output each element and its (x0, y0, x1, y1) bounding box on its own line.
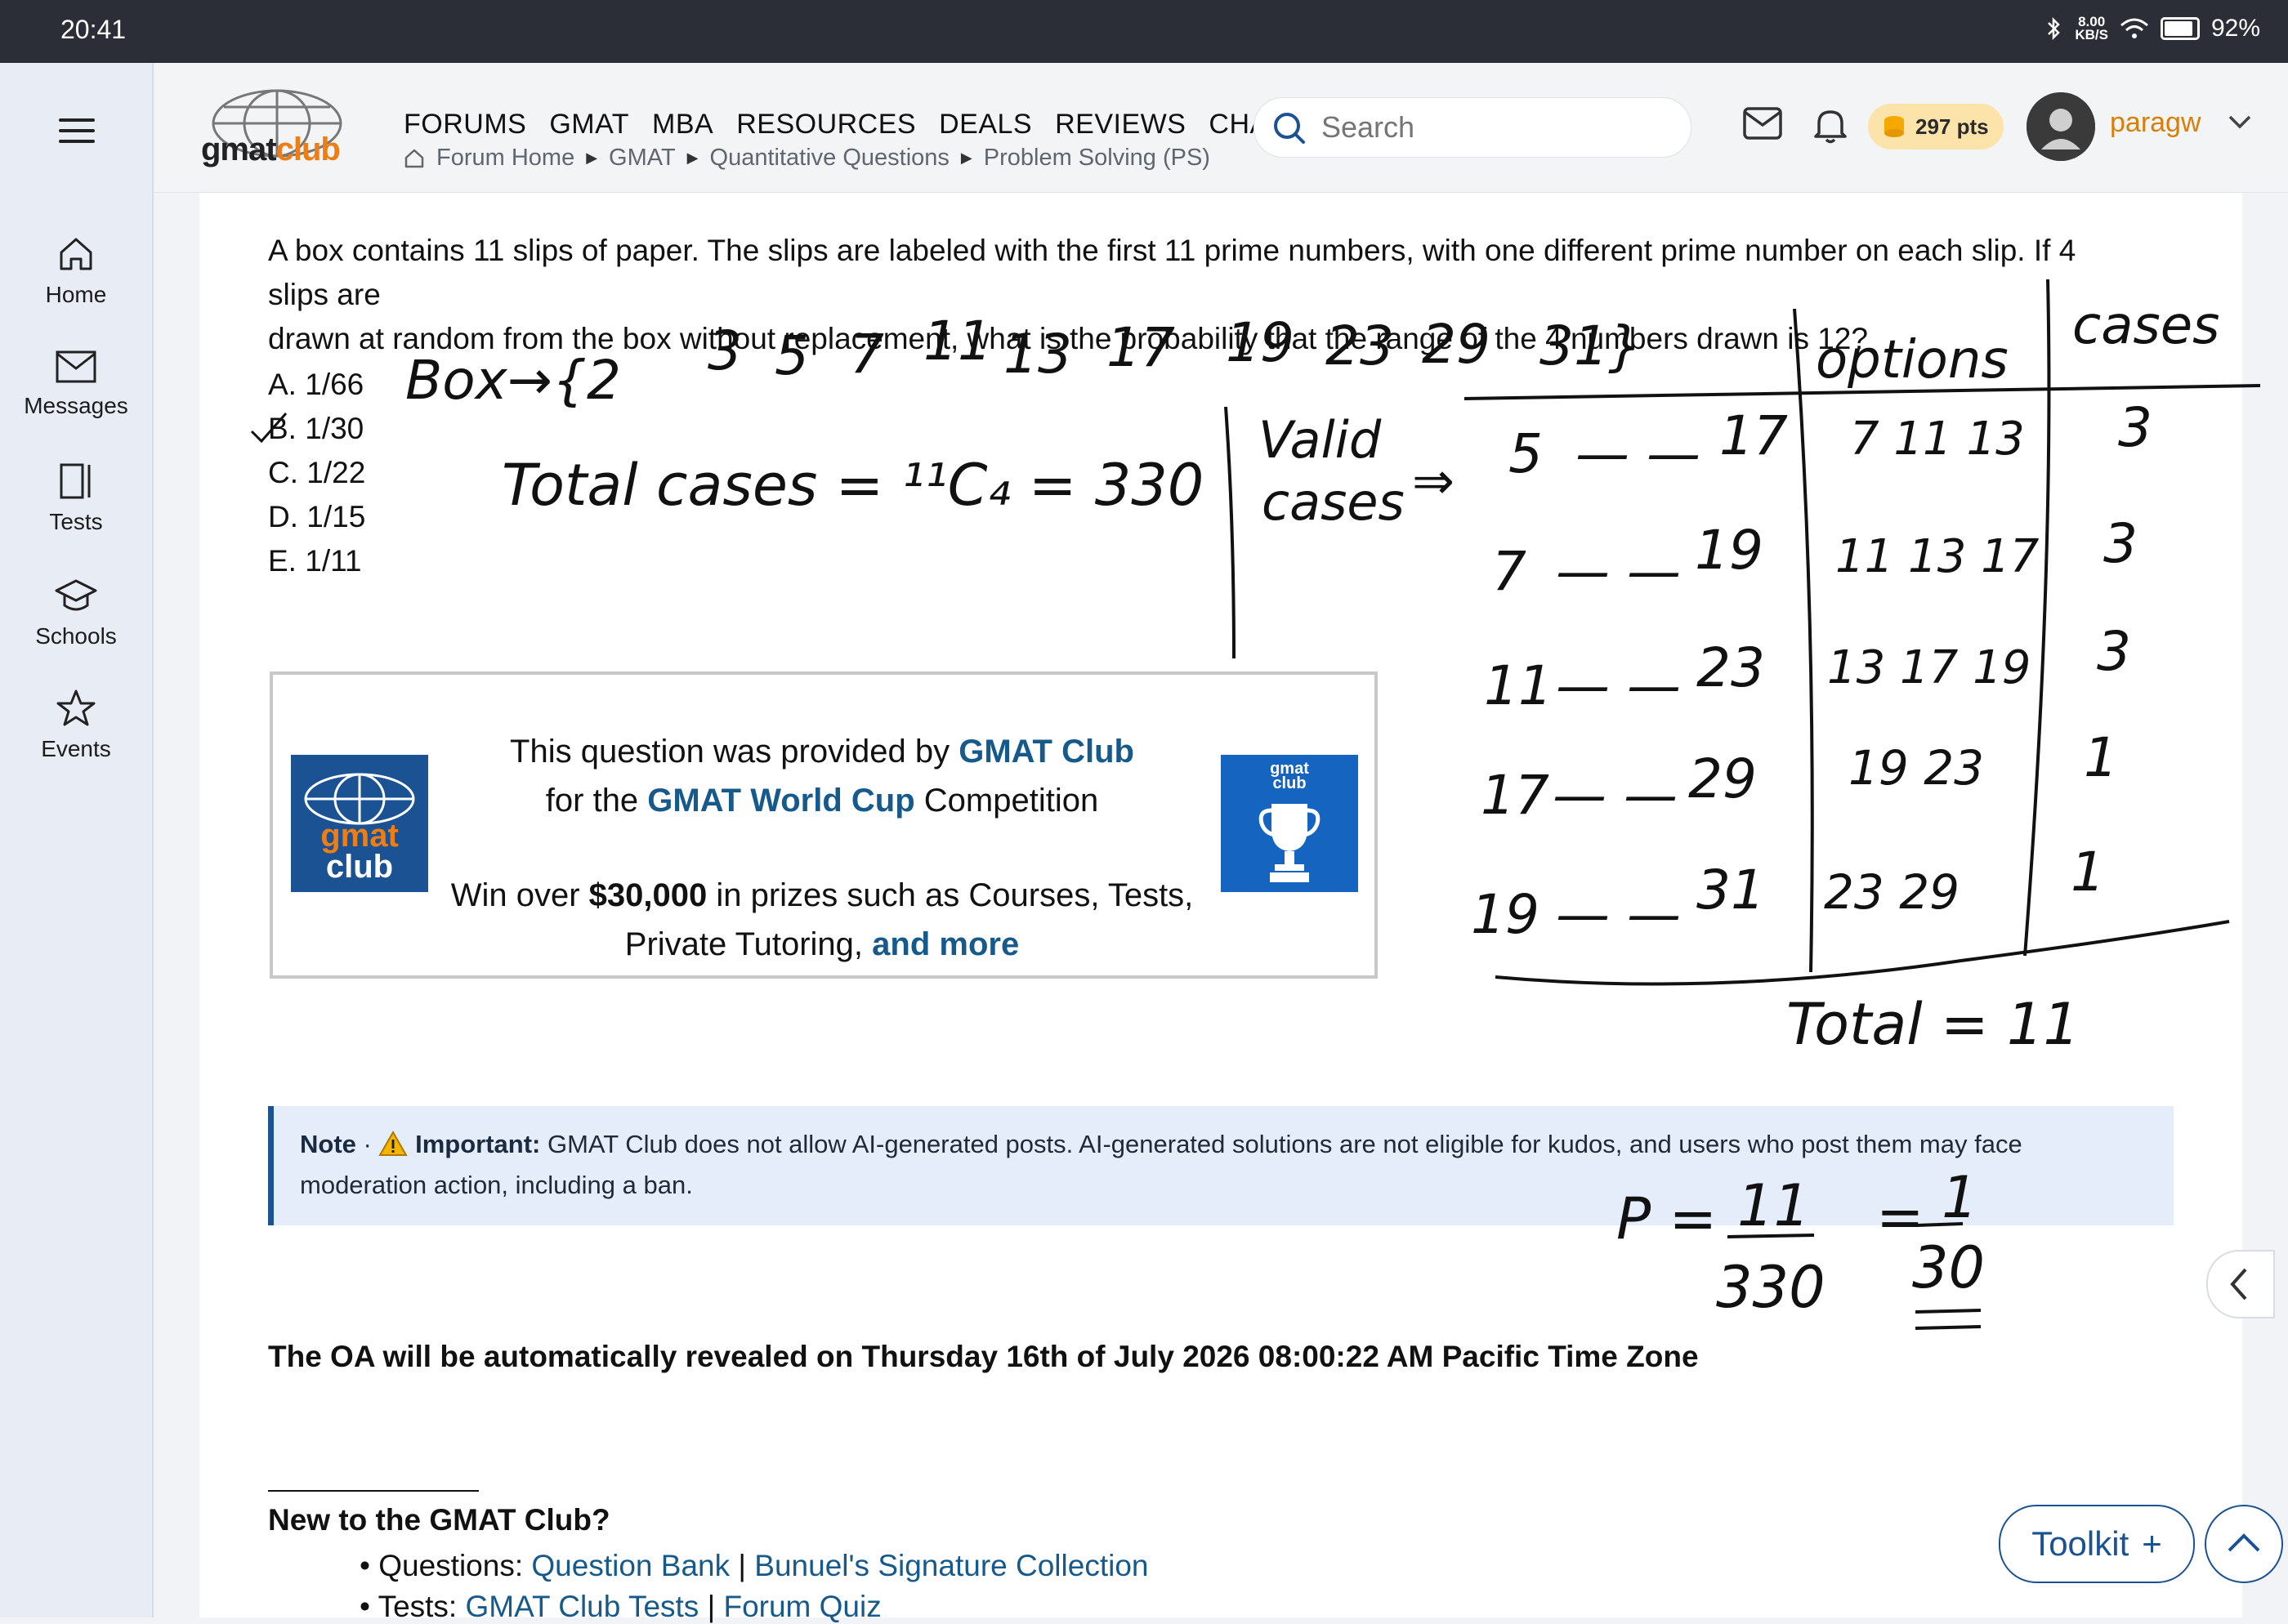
search-box[interactable] (1253, 97, 1691, 158)
mail-icon (56, 350, 96, 383)
oa-reveal-notice: The OA will be automatically revealed on… (268, 1340, 1699, 1373)
menu-reviews[interactable]: REVIEWS (1055, 109, 1186, 141)
post-content: A box contains 11 slips of paper. The sl… (199, 193, 2242, 1623)
sidebar-item-home[interactable]: Home (0, 234, 152, 308)
points-value: 297 pts (1915, 114, 1989, 139)
chevron-left-icon (2230, 1268, 2247, 1301)
promo-link-world-cup[interactable]: GMAT World Cup (647, 783, 914, 819)
warning-icon (378, 1130, 409, 1156)
coin-icon (1884, 116, 1904, 137)
breadcrumb-gmat[interactable]: GMAT (609, 145, 676, 172)
sidebar-item-messages[interactable]: Messages (0, 349, 152, 419)
sidebar-label-messages: Messages (24, 393, 128, 418)
battery-icon (2160, 17, 2200, 40)
gmatclub-logo-left: gmat club (291, 755, 428, 892)
inbox-icon[interactable] (1742, 105, 1783, 141)
menu-gmat[interactable]: GMAT (549, 109, 629, 141)
gmatclub-logo[interactable]: gmatclub (199, 89, 355, 167)
home-outline-icon (404, 149, 424, 167)
menu-resources[interactable]: RESOURCES (736, 109, 916, 141)
logo-text-gmat: gmat (201, 132, 277, 167)
star-icon (56, 689, 96, 726)
option-b: B. 1/30 (268, 412, 364, 445)
battery-level: 92% (2210, 15, 2260, 42)
menu-deals[interactable]: DEALS (939, 109, 1032, 141)
sidebar-label-events: Events (41, 736, 111, 761)
tests-icon (60, 463, 91, 499)
sidebar-item-tests[interactable]: Tests (0, 462, 152, 535)
promo-text: This question was provided by GMAT Club … (450, 734, 1194, 962)
breadcrumb-ps[interactable]: Problem Solving (PS) (984, 145, 1210, 172)
plus-icon: + (2142, 1524, 2162, 1563)
menu-mba[interactable]: MBA (652, 109, 713, 141)
notification-bell-icon[interactable] (1812, 105, 1848, 145)
ai-policy-note: Note · Important: GMAT Club does not all… (268, 1106, 2174, 1225)
trophy-logo: gmat club (1221, 755, 1358, 892)
new-to-heading: New to the GMAT Club? (268, 1503, 610, 1537)
link-forum-quiz[interactable]: Forum Quiz (723, 1590, 881, 1623)
sidebar-item-schools[interactable]: Schools (0, 576, 152, 649)
status-time: 20:41 (60, 15, 127, 44)
scroll-to-top-button[interactable] (2205, 1505, 2283, 1583)
link-question-bank[interactable]: Question Bank (531, 1549, 730, 1582)
network-speed: 8.00 KB/S (2075, 14, 2108, 42)
option-c: C. 1/22 (268, 456, 366, 489)
question-text: A box contains 11 slips of paper. The sl… (268, 234, 2076, 355)
promo-logo-gmat: gmat (320, 818, 399, 854)
status-icons: 8.00 KB/S 92% (2045, 15, 2260, 42)
search-icon (1274, 113, 1305, 144)
logo-text-club: club (275, 132, 341, 167)
top-navigation: gmatclub FORUMS GMAT MBA RESOURCES DEALS… (154, 63, 2288, 193)
bluetooth-icon (2048, 16, 2061, 41)
sidebar-label-home: Home (45, 282, 107, 307)
menu-forums[interactable]: FORUMS (404, 109, 526, 141)
promo-logo-club: club (325, 849, 394, 885)
tests-links: • Tests: GMAT Club Tests | Forum Quiz (360, 1590, 882, 1623)
points-badge[interactable]: 297 pts (1868, 104, 2004, 149)
sidebar-label-tests: Tests (49, 509, 103, 534)
graduation-cap-icon (55, 579, 97, 611)
breadcrumb-forum-home[interactable]: Forum Home (436, 145, 574, 172)
breadcrumb-arrow-icon: ▶ (960, 149, 972, 166)
toolkit-label: Toolkit (2031, 1524, 2129, 1563)
wifi-icon (2120, 18, 2148, 38)
option-a: A. 1/66 (268, 368, 364, 401)
breadcrumb-arrow-icon: ▶ (586, 149, 598, 166)
toolkit-button[interactable]: Toolkit + (1999, 1505, 2195, 1583)
left-sidebar: Home Messages Tests Schools Events (0, 63, 154, 1617)
system-status-bar: 20:41 8.00 KB/S 92% (0, 0, 2288, 63)
link-gmat-club-tests[interactable]: GMAT Club Tests (465, 1590, 699, 1623)
option-d: D. 1/15 (268, 500, 366, 533)
chevron-down-icon[interactable] (2228, 114, 2252, 130)
breadcrumb: Forum Home ▶ GMAT ▶ Quantitative Questio… (404, 145, 1210, 172)
sidebar-item-events[interactable]: Events (0, 689, 152, 762)
chevron-up-icon (2228, 1533, 2260, 1552)
search-input[interactable] (1320, 106, 1666, 149)
sidebar-label-schools: Schools (35, 623, 117, 649)
hamburger-menu-icon[interactable] (59, 118, 95, 150)
divider (268, 1490, 479, 1492)
questions-links: • Questions: Question Bank | Bunuel's Si… (360, 1549, 1149, 1582)
link-bunuel-collection[interactable]: Bunuel's Signature Collection (754, 1549, 1148, 1582)
side-panel-toggle[interactable] (2206, 1250, 2275, 1318)
breadcrumb-quant[interactable]: Quantitative Questions (710, 145, 950, 172)
username[interactable]: paragw (2110, 107, 2201, 139)
home-icon (60, 238, 92, 270)
option-e: E. 1/11 (268, 544, 362, 578)
avatar[interactable] (2027, 92, 2095, 161)
promo-link-gmatclub[interactable]: GMAT Club (959, 734, 1134, 770)
trophy-icon (1258, 804, 1321, 882)
breadcrumb-arrow-icon: ▶ (686, 149, 699, 166)
promo-link-more[interactable]: and more (872, 926, 1019, 962)
answer-options: A. 1/66 B. 1/30 C. 1/22 D. 1/15 E. 1/11 (268, 363, 365, 583)
promo-banner[interactable]: gmat club This question was provided by … (270, 671, 1378, 979)
main-menu: FORUMS GMAT MBA RESOURCES DEALS REVIEWS … (404, 109, 1284, 141)
